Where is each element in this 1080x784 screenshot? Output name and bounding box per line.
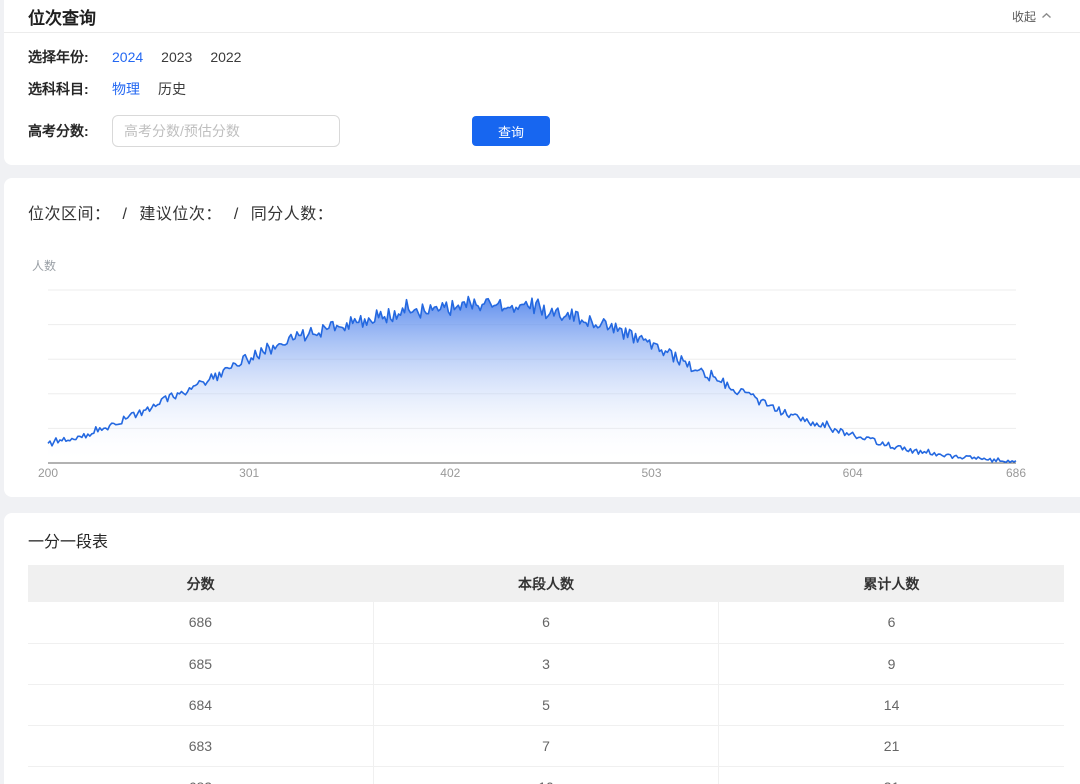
stats-line: 位次区间： / 建议位次： / 同分人数： xyxy=(28,200,1064,224)
rank-result-panel: 位次区间： / 建议位次： / 同分人数： 人数 200 301 402 503 604… xyxy=(4,178,1080,497)
score-table-body: 68666685396845146837216821031 xyxy=(28,602,1064,784)
score-label: 高考分数: xyxy=(28,121,112,141)
table-cell: 685 xyxy=(28,643,373,684)
rank-range-label: 位次区间： xyxy=(28,206,111,223)
column-header-segment-count: 本段人数 xyxy=(373,565,718,602)
table-row: 6821031 xyxy=(28,766,1064,784)
same-score-count-label: 同分人数： xyxy=(251,206,334,223)
table-title: 一分一段表 xyxy=(28,528,1064,552)
column-header-cumulative-count: 累计人数 xyxy=(719,565,1064,602)
svg-text:686: 686 xyxy=(1006,466,1026,480)
table-cell: 6 xyxy=(373,602,718,643)
table-row: 684514 xyxy=(28,684,1064,725)
table-cell: 684 xyxy=(28,684,373,725)
chevron-up-icon xyxy=(1041,9,1052,23)
table-row: 683721 xyxy=(28,725,1064,766)
panel-header: 位次查询 收起 xyxy=(4,0,1080,33)
year-option-2023[interactable]: 2023 xyxy=(161,49,192,65)
svg-text:503: 503 xyxy=(641,466,661,480)
table-cell: 686 xyxy=(28,602,373,643)
collapse-label: 收起 xyxy=(1012,8,1036,25)
score-row: 高考分数: 查询 xyxy=(4,115,1080,147)
table-cell: 21 xyxy=(719,725,1064,766)
collapse-button[interactable]: 收起 xyxy=(1012,8,1052,25)
table-cell: 3 xyxy=(373,643,718,684)
svg-text:604: 604 xyxy=(843,466,863,480)
column-header-score: 分数 xyxy=(28,565,373,602)
table-cell: 14 xyxy=(719,684,1064,725)
score-segment-panel: 一分一段表 分数 本段人数 累计人数 686666853968451468372… xyxy=(4,513,1080,784)
search-button[interactable]: 查询 xyxy=(472,116,550,146)
table-cell: 10 xyxy=(373,766,718,784)
score-segment-table: 分数 本段人数 累计人数 686666853968451468372168210… xyxy=(28,565,1064,784)
table-row: 68539 xyxy=(28,643,1064,684)
svg-text:200: 200 xyxy=(38,466,58,480)
table-cell: 682 xyxy=(28,766,373,784)
svg-text:402: 402 xyxy=(440,466,460,480)
table-cell: 7 xyxy=(373,725,718,766)
subject-option-physics[interactable]: 物理 xyxy=(112,79,140,99)
rank-query-panel: 位次查询 收起 选择年份: 2024 2023 2022 选科科目: 物理 历史… xyxy=(4,0,1080,165)
table-row: 68666 xyxy=(28,602,1064,643)
table-header-row: 分数 本段人数 累计人数 xyxy=(28,565,1064,602)
table-cell: 9 xyxy=(719,643,1064,684)
page-title: 位次查询 xyxy=(28,4,96,29)
year-option-2022[interactable]: 2022 xyxy=(210,49,241,65)
table-cell: 683 xyxy=(28,725,373,766)
separator: / xyxy=(234,206,239,223)
suggested-rank-label: 建议位次： xyxy=(139,206,222,223)
subject-row: 选科科目: 物理 历史 xyxy=(4,79,1080,99)
year-options: 2024 2023 2022 xyxy=(112,49,259,65)
subject-label: 选科科目: xyxy=(28,79,112,99)
chart-y-axis-title: 人数 xyxy=(32,257,1064,274)
separator: / xyxy=(122,206,127,223)
table-cell: 31 xyxy=(719,766,1064,784)
subject-option-history[interactable]: 历史 xyxy=(158,79,186,99)
rank-distribution-chart: 200 301 402 503 604 686 xyxy=(28,279,1052,481)
table-cell: 5 xyxy=(373,684,718,725)
table-cell: 6 xyxy=(719,602,1064,643)
svg-text:301: 301 xyxy=(239,466,259,480)
subject-options: 物理 历史 xyxy=(112,79,204,99)
year-label: 选择年份: xyxy=(28,47,112,67)
year-row: 选择年份: 2024 2023 2022 xyxy=(4,47,1080,67)
score-input[interactable] xyxy=(112,115,340,147)
year-option-2024[interactable]: 2024 xyxy=(112,49,143,65)
chart-area: 人数 200 301 402 503 604 686 xyxy=(28,257,1064,481)
